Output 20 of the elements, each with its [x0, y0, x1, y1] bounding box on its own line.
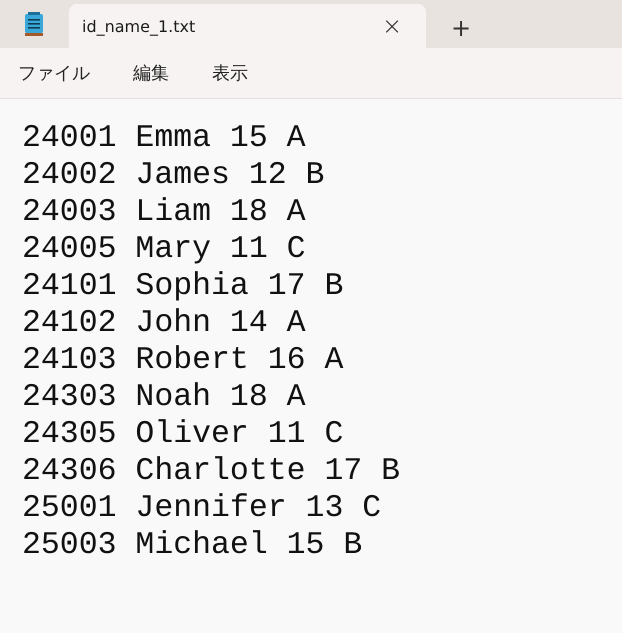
file-tab[interactable]: id_name_1.txt ×: [69, 4, 426, 48]
text-line: 24303 Noah 18 A: [22, 379, 306, 416]
text-line: 24001 Emma 15 A: [22, 120, 306, 157]
menu-item[interactable]: ファイル: [18, 61, 90, 85]
text-line: 24101 Sophia 17 B: [22, 268, 344, 305]
text-line: 24005 Mary 11 C: [22, 231, 306, 268]
new-tab-button[interactable]: +: [441, 8, 481, 48]
notepad-icon: [23, 11, 45, 37]
text-line: 24103 Robert 16 A: [22, 342, 344, 379]
tab-title: id_name_1.txt: [82, 16, 196, 36]
text-line: 24003 Liam 18 A: [22, 194, 306, 231]
text-line: 24002 James 12 B: [22, 157, 324, 194]
text-line: 24306 Charlotte 17 B: [22, 453, 400, 490]
text-line: 24102 John 14 A: [22, 305, 306, 342]
close-button[interactable]: ×: [378, 12, 406, 40]
text-line: 25001 Jennifer 13 C: [22, 490, 382, 527]
text-line: 24305 Oliver 11 C: [22, 416, 344, 453]
menu-item[interactable]: 表示: [212, 61, 248, 85]
menu-item[interactable]: 編集: [133, 61, 169, 85]
text-line: 25003 Michael 15 B: [22, 527, 362, 564]
